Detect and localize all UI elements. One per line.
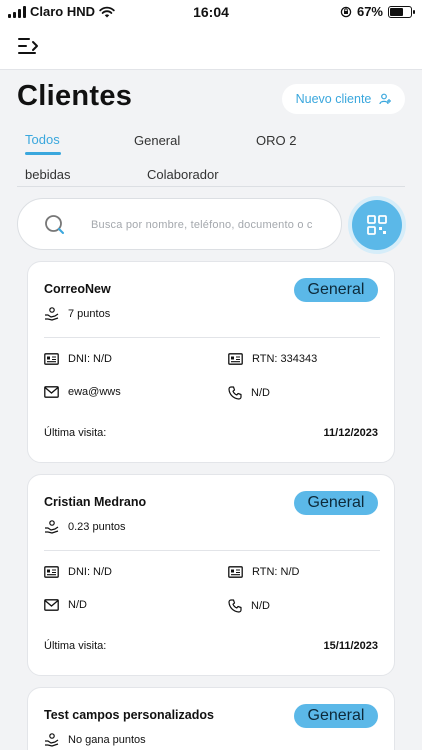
- phone-icon: [228, 386, 242, 400]
- phone-icon: [228, 599, 242, 613]
- search-icon: [45, 215, 64, 234]
- tab-general[interactable]: General: [134, 133, 180, 148]
- id-card-icon: [44, 566, 59, 578]
- phone-field: N/D: [228, 599, 270, 613]
- points-text: No gana puntos: [68, 734, 146, 746]
- status-bar: Claro HND 16:04 67%: [0, 0, 422, 24]
- client-name: Test campos personalizados: [44, 708, 214, 722]
- rtn-text: RTN: 334343: [252, 353, 318, 365]
- hand-coins-icon: [45, 520, 59, 534]
- active-tab-indicator: [25, 152, 61, 155]
- client-category-badge: General: [294, 491, 378, 515]
- email-text: ewa@wws: [68, 386, 121, 398]
- add-user-icon: [379, 93, 392, 105]
- last-visit-date: 11/12/2023: [323, 427, 378, 439]
- tab-todos[interactable]: Todos: [25, 132, 60, 147]
- hand-coins-icon: [45, 307, 59, 321]
- id-card-icon: [228, 353, 243, 365]
- client-card[interactable]: Cristian Medrano General 0.23 puntos DNI…: [27, 474, 395, 676]
- email-text: N/D: [68, 599, 87, 611]
- qr-scan-button[interactable]: [352, 200, 402, 250]
- orientation-lock-icon: [340, 6, 352, 17]
- qr-code-icon: [367, 215, 387, 235]
- rtn-field: RTN: N/D: [228, 566, 299, 578]
- id-card-icon: [44, 353, 59, 365]
- tabs-divider: [17, 186, 405, 187]
- tab-colaborador[interactable]: Colaborador: [147, 167, 219, 182]
- battery-percent: 67%: [356, 4, 383, 19]
- client-category-badge: General: [294, 278, 378, 302]
- dni-text: DNI: N/D: [68, 566, 112, 578]
- last-visit-label: Última visita:: [44, 427, 107, 439]
- tab-bebidas[interactable]: bebidas: [25, 167, 71, 182]
- client-name: Cristian Medrano: [44, 495, 147, 509]
- email-field: ewa@wws: [44, 386, 121, 398]
- client-points: No gana puntos: [44, 733, 146, 747]
- client-points: 0.23 puntos: [44, 520, 126, 534]
- battery-level: [390, 7, 404, 16]
- client-card[interactable]: CorreoNew General 7 puntos DNI: N/D RTN:…: [27, 261, 395, 463]
- card-divider: [44, 550, 380, 551]
- phone-text: N/D: [251, 600, 270, 612]
- menu-toggle-icon[interactable]: [18, 36, 42, 56]
- last-visit-label: Última visita:: [44, 640, 107, 652]
- phone-text: N/D: [251, 387, 270, 399]
- points-text: 0.23 puntos: [68, 521, 126, 533]
- page-title: Clientes: [17, 80, 133, 112]
- phone-field: N/D: [228, 386, 270, 400]
- card-divider: [44, 337, 380, 338]
- new-client-label: Nuevo cliente: [295, 92, 372, 106]
- last-visit-date: 15/11/2023: [323, 640, 378, 652]
- hand-coins-icon: [45, 733, 59, 747]
- client-card[interactable]: Test campos personalizados General No ga…: [27, 687, 395, 750]
- tab-oro-2[interactable]: ORO 2: [256, 133, 296, 148]
- dni-field: DNI: N/D: [44, 566, 112, 578]
- client-category-badge: General: [294, 704, 378, 728]
- search-bar[interactable]: [17, 198, 342, 250]
- dni-field: DNI: N/D: [44, 353, 112, 365]
- client-name: CorreoNew: [44, 282, 111, 296]
- client-points: 7 puntos: [44, 307, 110, 321]
- mail-icon: [44, 599, 59, 611]
- dni-text: DNI: N/D: [68, 353, 112, 365]
- status-right: 67%: [340, 4, 415, 19]
- rtn-text: RTN: N/D: [252, 566, 300, 578]
- id-card-icon: [228, 566, 243, 578]
- mail-icon: [44, 386, 59, 398]
- battery-icon: [388, 5, 415, 18]
- rtn-field: RTN: 334343: [228, 353, 317, 365]
- new-client-button[interactable]: Nuevo cliente: [282, 84, 405, 114]
- points-text: 7 puntos: [68, 308, 111, 320]
- search-input[interactable]: [91, 215, 313, 235]
- top-bar: [0, 24, 422, 70]
- email-field: N/D: [44, 599, 87, 611]
